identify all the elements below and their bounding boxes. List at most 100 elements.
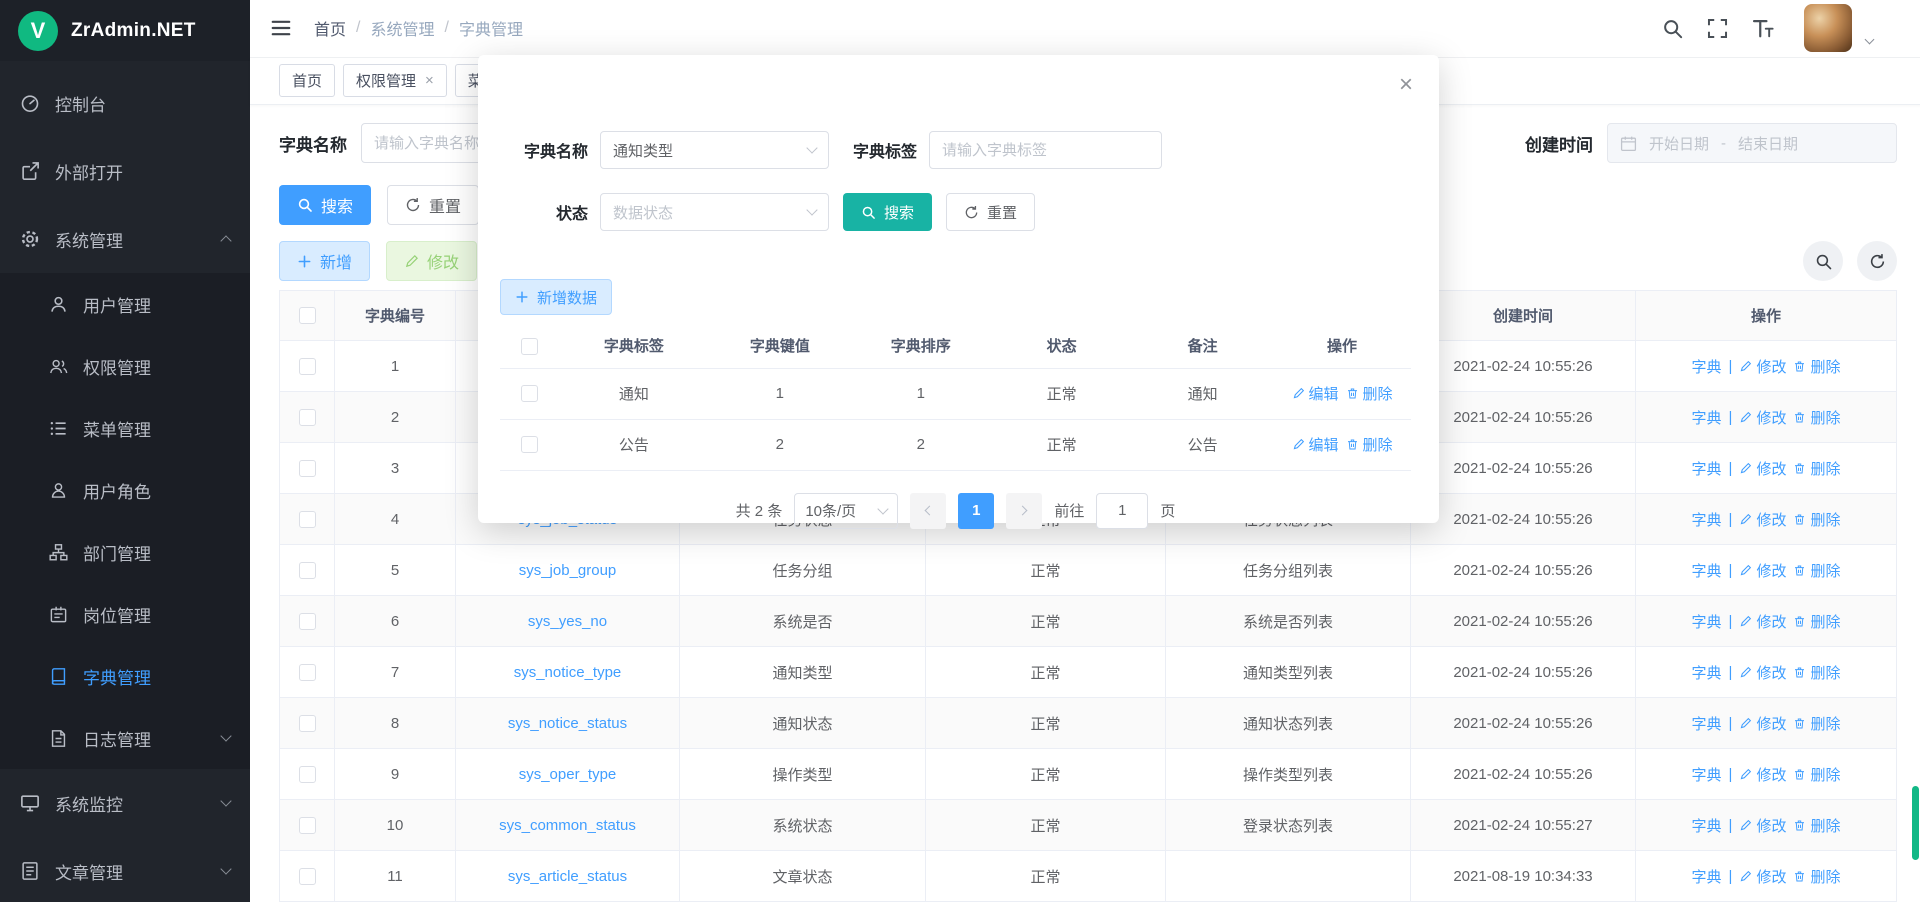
delete-link[interactable]: 删除 [1793,815,1840,836]
page-number-button[interactable]: 1 [958,493,994,529]
row-checkbox[interactable] [299,613,316,630]
dict-data-link[interactable]: 字典 [1692,713,1722,734]
dict-data-link[interactable]: 字典 [1692,560,1722,581]
delete-link[interactable]: 删除 [1793,458,1840,479]
delete-link[interactable]: 删除 [1346,383,1393,404]
delete-link[interactable]: 删除 [1793,560,1840,581]
row-checkbox[interactable] [299,715,316,732]
row-checkbox[interactable] [299,562,316,579]
sidebar-item-dictionary[interactable]: 字典管理 [0,645,250,707]
row-checkbox[interactable] [521,436,538,453]
delete-link[interactable]: 删除 [1793,713,1840,734]
sidebar-item-system[interactable]: 系统管理 [0,205,250,273]
add-data-button[interactable]: 新增数据 [500,279,612,315]
menu-fold-icon[interactable] [270,17,292,39]
search-button[interactable]: 搜索 [279,185,371,225]
avatar[interactable] [1804,4,1852,52]
dialog-reset-button[interactable]: 重置 [946,193,1035,231]
delete-link[interactable]: 删除 [1793,662,1840,683]
sidebar-item-logs[interactable]: 日志管理 [0,707,250,769]
edit-link[interactable]: 修改 [1739,713,1786,734]
dict-type-link[interactable]: sys_yes_no [528,613,607,630]
sidebar-item-user-roles[interactable]: 用户角色 [0,459,250,521]
delete-link[interactable]: 删除 [1793,764,1840,785]
breadcrumb-system[interactable]: 系统管理 [370,16,434,40]
row-checkbox[interactable] [299,664,316,681]
delete-link[interactable]: 删除 [1793,509,1840,530]
dict-type-link[interactable]: sys_job_group [519,562,617,579]
dict-data-link[interactable]: 字典 [1692,764,1722,785]
sidebar-item-menus[interactable]: 菜单管理 [0,397,250,459]
dict-type-link[interactable]: sys_notice_status [508,715,627,732]
fullscreen-icon[interactable] [1707,18,1728,39]
caret-down-icon[interactable] [1865,34,1875,44]
sidebar-item-users[interactable]: 用户管理 [0,273,250,335]
edit-link[interactable]: 编辑 [1292,383,1339,404]
dict-type-link[interactable]: sys_article_status [508,868,627,885]
row-checkbox[interactable] [521,385,538,402]
sidebar-item-posts[interactable]: 岗位管理 [0,583,250,645]
edit-link[interactable]: 修改 [1739,866,1786,887]
search-icon[interactable] [1662,18,1683,39]
close-icon[interactable]: × [1399,73,1413,97]
row-checkbox[interactable] [299,358,316,375]
sidebar-item-permissions[interactable]: 权限管理 [0,335,250,397]
dict-label-input[interactable] [929,131,1162,169]
add-button[interactable]: 新增 [279,241,370,281]
edit-link[interactable]: 修改 [1739,560,1786,581]
sidebar-item-departments[interactable]: 部门管理 [0,521,250,583]
edit-button[interactable]: 修改 [386,241,477,281]
edit-link[interactable]: 修改 [1739,509,1786,530]
row-checkbox[interactable] [299,817,316,834]
dict-data-link[interactable]: 字典 [1692,458,1722,479]
dict-data-link[interactable]: 字典 [1692,815,1722,836]
dict-name-select[interactable]: 通知类型 [600,131,829,169]
breadcrumb-home[interactable]: 首页 [314,16,346,40]
status-select[interactable]: 数据状态 [600,193,829,231]
sidebar-item-dashboard[interactable]: 控制台 [0,69,250,137]
dict-type-link[interactable]: sys_common_status [499,817,636,834]
edit-link[interactable]: 修改 [1739,662,1786,683]
edit-link[interactable]: 修改 [1739,815,1786,836]
delete-link[interactable]: 删除 [1793,611,1840,632]
row-checkbox[interactable] [299,460,316,477]
reset-button[interactable]: 重置 [387,185,479,225]
edit-link[interactable]: 修改 [1739,407,1786,428]
prev-page-button[interactable] [910,493,946,529]
next-page-button[interactable] [1006,493,1042,529]
edit-link[interactable]: 修改 [1739,356,1786,377]
toggle-search-button[interactable] [1803,241,1843,281]
delete-link[interactable]: 删除 [1793,407,1840,428]
tab-permissions[interactable]: 权限管理 × [343,64,447,97]
edit-link[interactable]: 修改 [1739,764,1786,785]
sidebar-item-monitoring[interactable]: 系统监控 [0,769,250,837]
font-size-icon[interactable] [1752,17,1774,39]
create-time-range-picker[interactable]: 开始日期 - 结束日期 [1607,123,1897,163]
select-all-checkbox[interactable] [299,307,316,324]
dict-data-link[interactable]: 字典 [1692,407,1722,428]
sidebar-item-external[interactable]: 外部打开 [0,137,250,205]
dict-data-link[interactable]: 字典 [1692,662,1722,683]
refresh-button[interactable] [1857,241,1897,281]
goto-page-input[interactable] [1096,493,1148,529]
dict-data-link[interactable]: 字典 [1692,866,1722,887]
delete-link[interactable]: 删除 [1793,866,1840,887]
row-checkbox[interactable] [299,409,316,426]
tab-home[interactable]: 首页 [279,64,335,97]
edit-link[interactable]: 修改 [1739,611,1786,632]
row-checkbox[interactable] [299,868,316,885]
app-logo[interactable]: V ZrAdmin.NET [0,0,250,61]
select-all-checkbox[interactable] [521,338,538,355]
delete-link[interactable]: 删除 [1793,356,1840,377]
dict-type-link[interactable]: sys_notice_type [514,664,622,681]
sidebar-item-articles[interactable]: 文章管理 [0,837,250,902]
page-scrollbar-thumb[interactable] [1912,786,1919,860]
close-icon[interactable]: × [425,73,434,88]
delete-link[interactable]: 删除 [1346,434,1393,455]
dict-type-link[interactable]: sys_oper_type [519,766,617,783]
edit-link[interactable]: 编辑 [1292,434,1339,455]
dict-data-link[interactable]: 字典 [1692,509,1722,530]
dict-data-link[interactable]: 字典 [1692,611,1722,632]
row-checkbox[interactable] [299,511,316,528]
row-checkbox[interactable] [299,766,316,783]
